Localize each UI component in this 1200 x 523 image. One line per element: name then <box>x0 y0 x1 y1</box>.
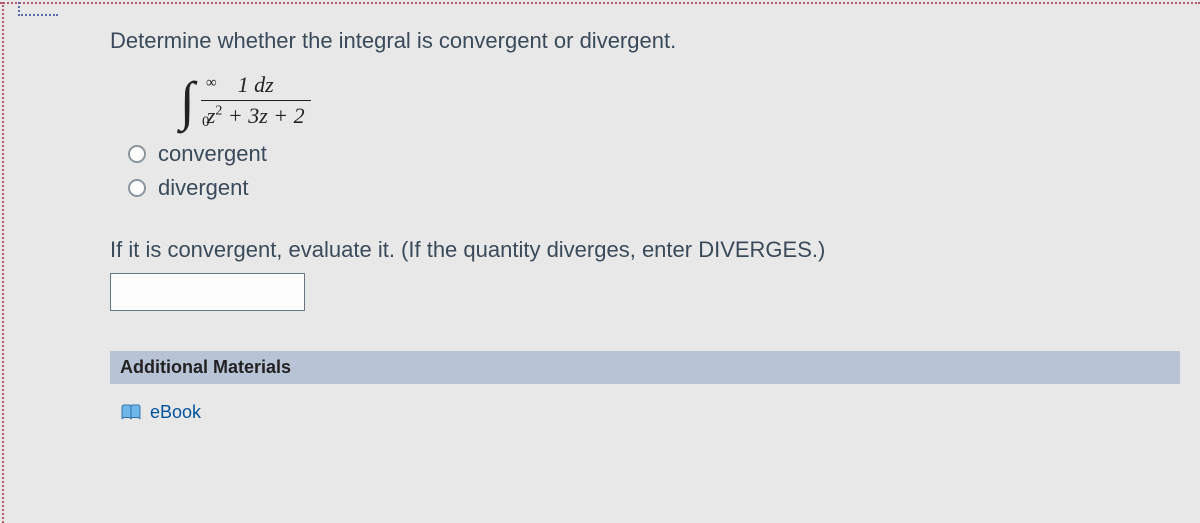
denominator-rest: + 3z + 2 <box>222 103 304 128</box>
option-divergent[interactable]: divergent <box>128 175 1180 201</box>
question-content: Determine whether the integral is conver… <box>110 28 1180 423</box>
option-label: divergent <box>158 175 249 201</box>
options-group: convergent divergent <box>128 141 1180 201</box>
fraction-numerator: 1 dz <box>234 72 278 100</box>
option-convergent[interactable]: convergent <box>128 141 1180 167</box>
fraction-denominator: z2 + 3z + 2 <box>201 100 311 129</box>
answer-input[interactable] <box>110 273 305 311</box>
question-prompt: Determine whether the integral is conver… <box>110 28 1180 54</box>
ebook-label: eBook <box>150 402 201 423</box>
dotted-border-top <box>0 2 1200 10</box>
followup-prompt: If it is convergent, evaluate it. (If th… <box>110 237 1180 263</box>
book-icon <box>120 404 142 422</box>
radio-icon[interactable] <box>128 145 146 163</box>
dotted-border-left <box>2 2 10 523</box>
integral-expression: ∫ 0 ∞ 1 dz z2 + 3z + 2 <box>180 72 1180 129</box>
integral-upper-bound: ∞ <box>206 76 217 91</box>
ebook-link[interactable]: eBook <box>120 402 1180 423</box>
option-label: convergent <box>158 141 267 167</box>
radio-icon[interactable] <box>128 179 146 197</box>
dotted-corner-decor <box>18 2 58 16</box>
integral-sign: ∫ 0 ∞ <box>180 74 195 128</box>
fraction: 1 dz z2 + 3z + 2 <box>201 72 311 129</box>
additional-materials-header: Additional Materials <box>110 351 1180 384</box>
integral-lower-bound: 0 <box>202 115 210 130</box>
